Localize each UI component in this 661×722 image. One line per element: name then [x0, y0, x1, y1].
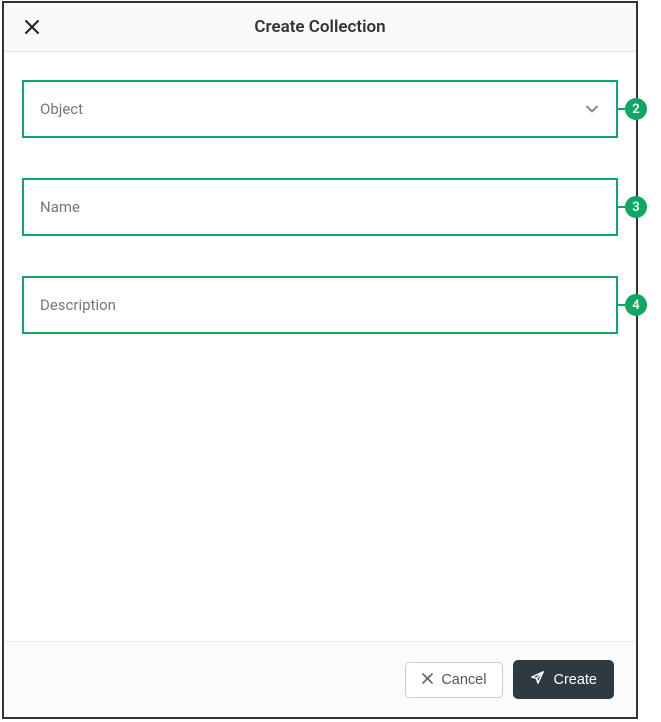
- name-input[interactable]: Name: [22, 178, 618, 236]
- callout-3: 3: [617, 196, 647, 218]
- callout-4: 4: [617, 294, 647, 316]
- create-button-label: Create: [553, 672, 597, 688]
- callout-badge-4: 4: [625, 294, 647, 316]
- x-icon: [422, 672, 433, 688]
- object-field-wrapper: Object 2: [22, 80, 618, 138]
- name-field-wrapper: Name 3: [22, 178, 618, 236]
- modal-body: Object 2 Name 3 Des: [4, 52, 636, 641]
- modal-header: Create Collection: [4, 3, 636, 52]
- description-input[interactable]: Description: [22, 276, 618, 334]
- paper-plane-icon: [530, 670, 545, 689]
- callout-badge-2: 2: [625, 98, 647, 120]
- object-select[interactable]: Object: [22, 80, 618, 138]
- close-icon[interactable]: [22, 17, 42, 37]
- name-placeholder: Name: [40, 198, 80, 216]
- create-button[interactable]: Create: [513, 660, 614, 699]
- chevron-down-icon: [584, 101, 600, 117]
- cancel-button-label: Cancel: [441, 672, 486, 688]
- object-placeholder: Object: [40, 100, 83, 118]
- callout-badge-3: 3: [625, 196, 647, 218]
- description-placeholder: Description: [40, 296, 116, 314]
- description-field-wrapper: Description 4: [22, 276, 618, 334]
- cancel-button[interactable]: Cancel: [405, 662, 503, 698]
- callout-2: 2: [617, 98, 647, 120]
- create-collection-modal: Create Collection Object 2 Name: [2, 1, 638, 719]
- modal-footer: Cancel Create: [4, 641, 636, 717]
- modal-title: Create Collection: [254, 17, 385, 37]
